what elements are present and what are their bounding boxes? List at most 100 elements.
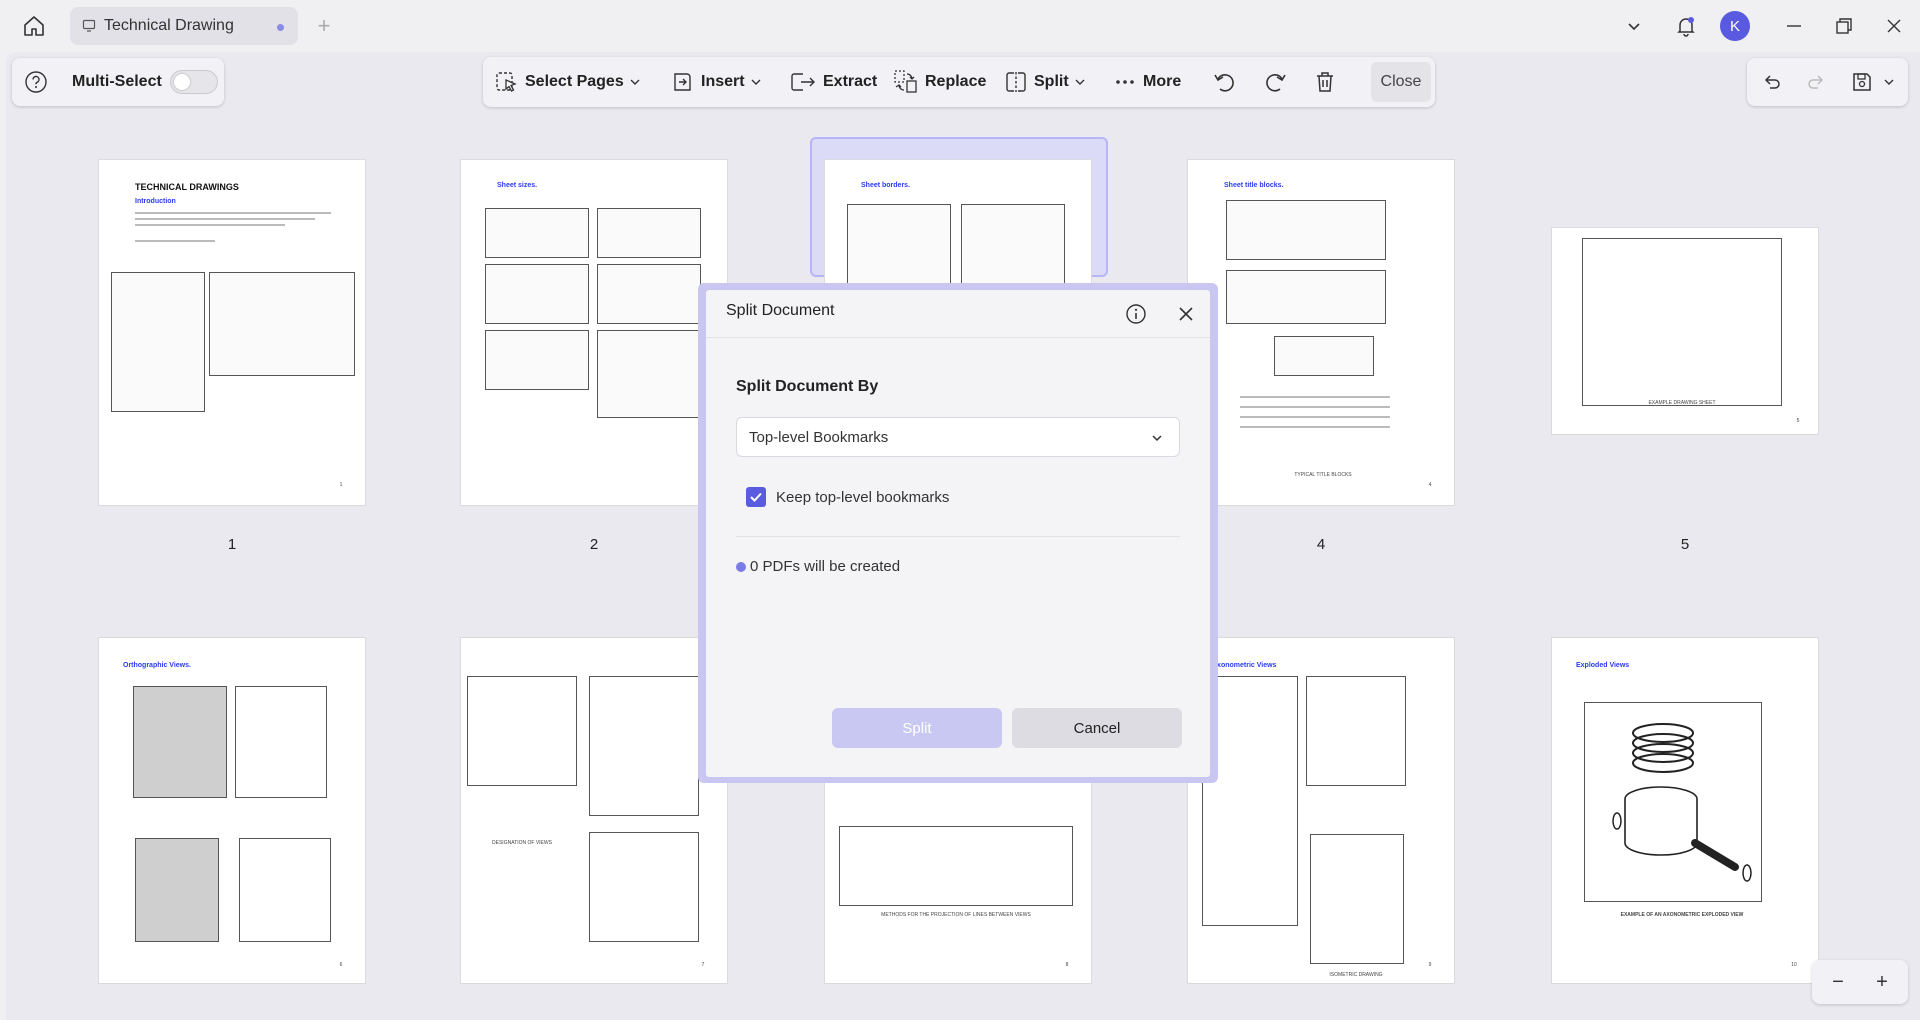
drawing-figure [209, 272, 355, 376]
drawing-figure [135, 838, 219, 942]
chevron-down-icon[interactable] [1622, 14, 1646, 38]
table-figure [597, 208, 701, 258]
page-thumbnail[interactable]: EXAMPLE DRAWING SHEET 5 [1551, 227, 1819, 435]
select-pages-icon [495, 70, 519, 94]
text-line [135, 212, 331, 214]
history-panel [1747, 58, 1908, 106]
delete-icon[interactable] [1311, 68, 1339, 96]
page-heading: Orthographic Views. [123, 662, 191, 669]
split-by-label: Split Document By [736, 378, 879, 395]
split-icon [1004, 70, 1028, 94]
page-thumbnail[interactable]: Exploded Views EXAMPLE OF AN AXONOMETRIC… [1551, 637, 1819, 984]
document-tab-title: Technical Drawing [104, 17, 234, 34]
replace-icon [893, 69, 919, 95]
piston-drawing [1612, 723, 1752, 882]
multi-select-toggle[interactable] [170, 70, 218, 94]
text-line [1240, 396, 1390, 398]
insert-button[interactable]: Insert [671, 57, 761, 107]
document-tab-icon [82, 19, 96, 33]
close-organizer-button[interactable]: Close [1371, 62, 1431, 102]
page-number: 5 [1680, 536, 1690, 553]
text-line [135, 224, 285, 226]
select-pages-button[interactable]: Select Pages [495, 57, 640, 107]
keep-bookmarks-label[interactable]: Keep top-level bookmarks [776, 489, 949, 506]
page-caption: EXAMPLE DRAWING SHEET [1648, 400, 1716, 406]
page-subheading: Introduction [135, 198, 176, 205]
split-by-value: Top-level Bookmarks [749, 428, 889, 446]
split-confirm-button[interactable]: Split [832, 708, 1002, 748]
save-icon[interactable] [1849, 69, 1875, 95]
table-figure [597, 264, 701, 324]
dialog-title: Split Document [726, 302, 835, 319]
notification-bell-icon[interactable] [1672, 12, 1700, 40]
zoom-controls: − + [1812, 960, 1908, 1004]
drawing-figure [589, 832, 699, 942]
page-heading: Sheet sizes. [497, 182, 538, 189]
drawing-figure [235, 686, 327, 798]
page-footer: 9 [1428, 962, 1432, 968]
page-thumbnail[interactable]: TECHNICAL DRAWINGS Introduction 1 [98, 159, 366, 506]
cancel-button[interactable]: Cancel [1012, 708, 1182, 748]
drawing-sheet-figure [1582, 238, 1782, 406]
split-by-dropdown[interactable]: Top-level Bookmarks [736, 417, 1180, 457]
chevron-down-icon [1152, 435, 1162, 442]
undo-icon[interactable] [1759, 69, 1785, 95]
page-heading: Axonometric Views [1212, 662, 1277, 669]
zoom-out-button[interactable]: − [1824, 968, 1852, 996]
page-thumbnail[interactable]: Orthographic Views. 6 [98, 637, 366, 984]
page-thumbnail[interactable]: Axonometric Views ISOMETRIC DRAWING 9 [1187, 637, 1455, 984]
table-figure [485, 208, 589, 258]
extract-button[interactable]: Extract [789, 57, 877, 107]
help-icon[interactable] [22, 68, 50, 96]
page-number: 1 [227, 536, 237, 553]
more-button[interactable]: More [1113, 57, 1181, 107]
drawing-figure [1226, 270, 1386, 324]
table-figure [485, 264, 589, 324]
replace-label: Replace [925, 73, 987, 90]
home-icon[interactable] [20, 12, 48, 40]
chevron-down-icon[interactable] [1881, 74, 1897, 90]
document-tab[interactable]: Technical Drawing [70, 7, 298, 45]
text-line [135, 240, 215, 242]
drawing-figure [1306, 676, 1406, 786]
page-caption: EXAMPLE OF AN AXONOMETRIC EXPLODED VIEW [1620, 912, 1744, 918]
page-heading: TECHNICAL DRAWINGS [135, 182, 239, 192]
info-icon[interactable] [1124, 302, 1148, 326]
more-label: More [1143, 73, 1182, 90]
extract-icon [789, 70, 817, 94]
close-window-icon[interactable] [1882, 14, 1906, 38]
divider [706, 337, 1210, 338]
close-icon[interactable] [1174, 302, 1198, 326]
rotate-right-icon[interactable] [1261, 68, 1289, 96]
chevron-down-icon [751, 79, 761, 85]
page-number: 2 [589, 536, 599, 553]
page-number: 4 [1316, 536, 1326, 553]
minimize-icon[interactable] [1782, 14, 1806, 38]
drawing-figure [839, 826, 1073, 906]
page-footer: 8 [1065, 962, 1069, 968]
drawing-figure [961, 204, 1065, 284]
new-tab-button[interactable]: + [310, 12, 338, 40]
replace-button[interactable]: Replace [893, 57, 986, 107]
page-thumbnail[interactable]: Sheet title blocks. TYPICAL TITLE BLOCKS… [1187, 159, 1455, 506]
text-line [1240, 426, 1390, 428]
zoom-in-button[interactable]: + [1868, 968, 1896, 996]
main-toolbar: Select Pages Insert Extract Replace Spli… [483, 57, 1435, 107]
multi-select-label: Multi-Select [72, 73, 162, 90]
text-line [1240, 406, 1390, 408]
split-button[interactable]: Split [1004, 57, 1085, 107]
drawing-figure [1274, 336, 1374, 376]
page-thumbnail[interactable]: Sheet sizes. 2 [460, 159, 728, 506]
restore-icon[interactable] [1832, 14, 1856, 38]
page-thumbnail[interactable]: DESIGNATION OF VIEWS 7 [460, 637, 728, 984]
redo-icon[interactable] [1803, 69, 1829, 95]
chevron-down-icon [630, 79, 640, 85]
keep-bookmarks-checkbox[interactable] [746, 487, 766, 507]
avatar[interactable]: K [1720, 11, 1750, 41]
extract-label: Extract [823, 73, 878, 90]
page-heading: Sheet borders. [861, 182, 911, 189]
more-dots-icon [1113, 70, 1137, 94]
rotate-left-icon[interactable] [1211, 68, 1239, 96]
split-label: Split [1034, 73, 1069, 90]
checkmark-icon [750, 492, 762, 502]
